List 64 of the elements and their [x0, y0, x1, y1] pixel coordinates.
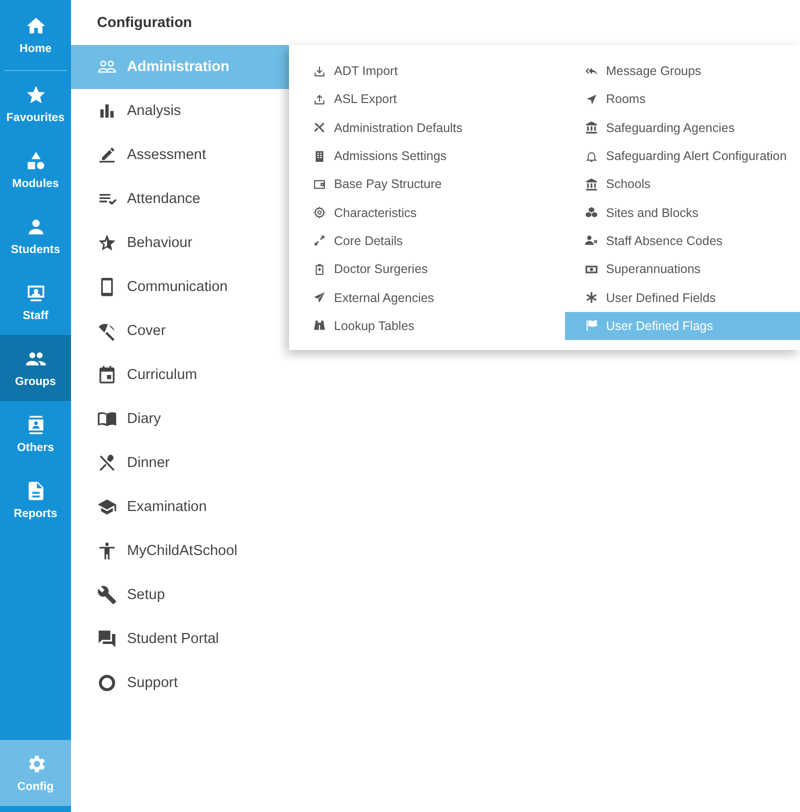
menu-item[interactable]: Assessment: [71, 133, 289, 177]
menu-item[interactable]: Student Portal: [71, 617, 289, 661]
bank-icon: [585, 121, 598, 134]
submenu-item[interactable]: User Defined Fields: [565, 283, 800, 312]
wrench-icon: [97, 585, 117, 605]
wallet-icon: [313, 178, 326, 191]
submenu-item[interactable]: Safeguarding Alert Configuration: [565, 142, 800, 170]
submenu-item[interactable]: Superannuations: [565, 255, 800, 284]
submenu-item[interactable]: Administration Defaults: [289, 114, 565, 142]
menu-item[interactable]: Examination: [71, 485, 289, 529]
ring-icon: [97, 673, 117, 693]
fork-spoon-icon: [97, 453, 117, 473]
arrows-icon: [313, 234, 326, 248]
paper-plane-icon: [313, 291, 326, 304]
submenu-item[interactable]: Safeguarding Agencies: [565, 114, 800, 142]
banknote-icon: [585, 262, 598, 276]
pencil-icon: [97, 145, 117, 165]
submenu-item[interactable]: Staff Absence Codes: [565, 226, 800, 256]
asterisk-icon: [585, 291, 598, 304]
star-icon: [24, 84, 46, 106]
menu-item[interactable]: Setup: [71, 573, 289, 617]
submenu-item[interactable]: Characteristics: [289, 198, 565, 227]
submenu-item[interactable]: Admissions Settings: [289, 142, 565, 170]
submenu-item[interactable]: Core Details: [289, 226, 565, 256]
submenu-item[interactable]: ASL Export: [289, 85, 565, 114]
binoculars-icon: [313, 319, 326, 332]
graduation-cap-icon: [97, 497, 117, 517]
person-cross-icon: [585, 234, 598, 248]
chat-icon: [97, 629, 117, 649]
cubes-icon: [585, 206, 598, 220]
calendar-icon: [97, 365, 117, 385]
menu-item[interactable]: Dinner: [71, 441, 289, 485]
reply-all-icon: [585, 64, 598, 78]
submenu-item[interactable]: Rooms: [565, 85, 800, 114]
menu-item[interactable]: Behaviour: [71, 221, 289, 265]
menu-item[interactable]: Attendance: [71, 177, 289, 221]
download-icon: [313, 64, 326, 78]
menu-item[interactable]: Support: [71, 661, 289, 705]
menu-item[interactable]: Analysis: [71, 89, 289, 133]
menu-item[interactable]: MyChildAtSchool: [71, 529, 289, 573]
bell-icon: [585, 150, 598, 163]
star-outline-icon: [97, 233, 117, 253]
menu-item[interactable]: Diary: [71, 397, 289, 441]
submenu-item[interactable]: Sites and Blocks: [565, 198, 800, 227]
upload-icon: [313, 92, 326, 106]
bank-icon: [585, 178, 598, 191]
submenu-item[interactable]: Doctor Surgeries: [289, 255, 565, 284]
submenu-item[interactable]: ADT Import: [289, 57, 565, 86]
clipboard-icon: [313, 262, 326, 276]
submenu-item[interactable]: Lookup Tables: [289, 312, 565, 340]
menu-item[interactable]: Cover: [71, 309, 289, 353]
submenu-item[interactable]: Schools: [565, 170, 800, 198]
menu-item[interactable]: Curriculum: [71, 353, 289, 397]
navigation-arrow-icon: [585, 92, 598, 106]
submenu-item[interactable]: Message Groups: [565, 57, 800, 86]
gear-outline-icon: [313, 206, 326, 220]
rail-item[interactable]: Groups: [0, 335, 71, 401]
flag-icon: [585, 319, 598, 332]
menu-item[interactable]: Communication: [71, 265, 289, 309]
submenu-item[interactable]: Base Pay Structure: [289, 170, 565, 198]
figure-icon: [97, 541, 117, 561]
submenu-item[interactable]: External Agencies: [289, 283, 565, 312]
building-icon: [313, 150, 326, 163]
menu-title: Configuration: [96, 14, 194, 32]
